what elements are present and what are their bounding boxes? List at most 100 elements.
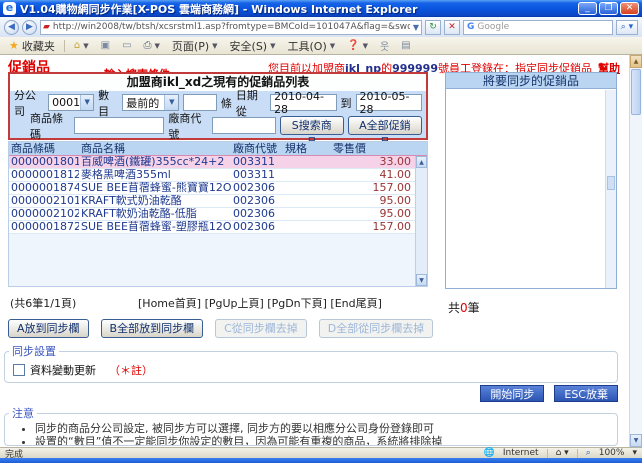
sync-list-header: 將要同步的促銷品 xyxy=(446,73,616,89)
remove-all-from-sync-button: D全部從同步欄去掉 xyxy=(319,319,433,338)
help-icon: ❓ xyxy=(347,40,359,51)
unit-label: 條 xyxy=(221,95,232,111)
page-menu[interactable]: 页面(P)▼ xyxy=(169,37,221,55)
barcode-label: 商品條碼 xyxy=(30,110,70,142)
note-mark: （＊註） xyxy=(109,362,153,378)
close-button[interactable]: ✕ xyxy=(620,2,639,15)
favorites-label: 收藏夹 xyxy=(22,38,55,54)
sync-list-panel: 將要同步的促銷品 xyxy=(445,72,617,289)
forward-button[interactable]: ▶ xyxy=(22,20,37,35)
browser-window: e V1.04購物網同步作業[X-POS 雲端商務網] - Windows In… xyxy=(0,0,642,463)
count-label: 數目 xyxy=(98,87,118,119)
add-to-sync-button[interactable]: A放到同步欄 xyxy=(8,319,89,338)
table-row[interactable]: 0000002102809KRAFT軟奶油乾酪-低脂00230695.00 xyxy=(9,208,415,221)
search-input[interactable]: Google xyxy=(477,22,509,32)
sync-list-scrollbar[interactable] xyxy=(605,90,616,288)
date-from-input[interactable]: 2010-04-28 xyxy=(270,94,336,111)
url-text[interactable]: http://win2008/tw/btsh/xcsrstml1.asp?fro… xyxy=(53,22,410,32)
home-button[interactable]: ⌂▼ xyxy=(71,39,92,52)
col-barcode: 商品條碼 xyxy=(9,142,79,155)
mail-button[interactable]: ▭ xyxy=(119,39,134,52)
cancel-button[interactable]: ESC放棄 xyxy=(554,385,618,402)
start-sync-button[interactable]: 開始同步 xyxy=(480,385,544,402)
col-price: 零售價 xyxy=(331,142,427,155)
table-scrollbar[interactable]: ▲ ▼ xyxy=(415,156,427,286)
table-row[interactable]: 0000001872531SUE BEE苜蓿蜂蜜-塑膠瓶12OZ00230615… xyxy=(9,221,415,234)
barcode-input[interactable] xyxy=(74,117,165,134)
table-row[interactable]: 0000001874034SUE BEE苜蓿蜂蜜-熊寶寶12OZ00230615… xyxy=(9,182,415,195)
page-scrollbar[interactable]: ▲ ▼ xyxy=(629,55,642,447)
command-toolbar: ★ 收藏夹 ⌂▼ ▣ ▭ ⎙▼ 页面(P)▼ 安全(S)▼ 工具(O)▼ ❓▼ … xyxy=(0,37,642,55)
zoom-level[interactable]: 100% xyxy=(599,448,625,458)
col-vendor: 廠商代號 xyxy=(231,142,283,155)
chevron-down-icon: ▼ xyxy=(164,95,178,110)
notes-legend: 注意 xyxy=(9,405,37,421)
window-title: V1.04購物網同步作業[X-POS 雲端商務網] - Windows Inte… xyxy=(20,1,578,17)
transfer-actions: A放到同步欄 B全部放到同步欄 C從同步欄去掉 D全部從同步欄去掉 xyxy=(8,319,433,338)
date-to-input[interactable]: 2010-05-28 xyxy=(356,94,422,111)
pagination-keys-hint: [Home首頁] [PgUp上頁] [PgDn下頁] [End尾頁] xyxy=(138,295,382,311)
scroll-thumb[interactable] xyxy=(631,69,641,115)
all-promos-button[interactable]: A全部促銷品 xyxy=(348,116,422,135)
vendor-input[interactable] xyxy=(212,117,276,134)
statusbar-separator xyxy=(547,449,548,458)
scroll-up-icon[interactable]: ▲ xyxy=(416,156,427,168)
search-go-button[interactable]: ⌕ ▾ xyxy=(616,20,638,35)
feeds-button[interactable]: ▣ xyxy=(98,39,113,52)
favorites-button[interactable]: ★ 收藏夹 xyxy=(6,37,58,55)
date-to-label: 到 xyxy=(341,95,352,111)
zone-label: Internet xyxy=(503,448,539,458)
messenger-button[interactable]: 웃 xyxy=(377,37,392,54)
table-row[interactable]: 0000001801624百威啤酒(鐵罐)355cc*24+200331133.… xyxy=(9,156,415,169)
branch-value: 0001 xyxy=(52,96,80,109)
search-products-button[interactable]: S搜索商品 xyxy=(280,116,344,135)
add-all-to-sync-button[interactable]: B全部放到同步欄 xyxy=(101,319,204,338)
branch-select[interactable]: 0001 ▼ xyxy=(48,94,94,111)
count-value: 最前的 xyxy=(126,95,159,111)
scroll-down-icon[interactable]: ▼ xyxy=(630,434,642,447)
url-dropdown-icon[interactable]: ▼ xyxy=(413,23,419,32)
sync-count: 共0筆 xyxy=(448,299,480,316)
back-button[interactable]: ◀ xyxy=(4,20,19,35)
globe-icon: 🌐 xyxy=(484,448,495,458)
help-menu[interactable]: ❓▼ xyxy=(344,39,371,52)
minimize-button[interactable]: _ xyxy=(578,2,597,15)
page-error-icon: ▰ xyxy=(43,22,50,32)
data-update-checkbox[interactable] xyxy=(13,364,25,376)
page-content: 促銷品 您目前以加盟商ikl_np的999999號員工登錄在：指定同步促銷品幫助… xyxy=(0,55,642,447)
stop-button[interactable]: ✕ xyxy=(444,20,460,35)
research-button[interactable]: ▤ xyxy=(398,39,413,52)
printer-icon: ⎙ xyxy=(144,40,152,51)
table-body: 0000001801624百威啤酒(鐵罐)355cc*24+200331133.… xyxy=(9,156,415,286)
date-from-label: 日期從 xyxy=(236,87,266,119)
scroll-up-icon[interactable]: ▲ xyxy=(630,55,642,68)
windows-taskbar[interactable] xyxy=(0,458,642,463)
protected-mode-icon: ⌂ ▾ xyxy=(556,448,569,458)
table-row[interactable]: 0000001812028麥格黑啤酒355ml00331141.00 xyxy=(9,169,415,182)
tools-menu[interactable]: 工具(O)▼ xyxy=(285,37,339,55)
books-icon: ▤ xyxy=(401,40,410,51)
search-box[interactable]: G Google xyxy=(463,20,613,35)
search-row-2: 商品條碼 廠商代號 S搜索商品 A全部促銷品 xyxy=(10,114,426,137)
url-box[interactable]: ▰ http://win2008/tw/btsh/xcsrstml1.asp?f… xyxy=(40,20,422,35)
vendor-label: 廠商代號 xyxy=(168,110,208,142)
print-button[interactable]: ⎙▼ xyxy=(141,39,163,52)
scroll-down-icon[interactable]: ▼ xyxy=(416,274,427,286)
sync-list-box[interactable] xyxy=(446,90,605,288)
count-select[interactable]: 最前的 ▼ xyxy=(122,94,179,111)
refresh-button[interactable]: ↻ xyxy=(425,20,441,35)
toolbar-separator xyxy=(64,40,65,52)
home-icon: ⌂ xyxy=(74,40,80,51)
scroll-thumb[interactable] xyxy=(607,176,615,190)
count-input[interactable] xyxy=(183,94,217,111)
product-list-header: 加盟商ikl_xd之現有的促銷品列表 xyxy=(10,74,426,91)
restore-button[interactable]: ❐ xyxy=(599,2,618,15)
zoom-magnifier-icon[interactable]: ⌕ xyxy=(586,448,591,458)
favorites-star-icon: ★ xyxy=(9,39,19,52)
search-panel: 加盟商ikl_xd之現有的促銷品列表 分公司 0001 ▼ 數目 最前的 ▼ 條… xyxy=(8,72,428,140)
mail-icon: ▭ xyxy=(122,40,131,51)
table-row[interactable]: 0000002101402KRAFT軟式奶油乾酪00230695.00 xyxy=(9,195,415,208)
zoom-dropdown-icon[interactable]: ▾ xyxy=(632,448,637,458)
col-spec: 規格 xyxy=(283,142,331,155)
safety-menu[interactable]: 安全(S)▼ xyxy=(227,37,279,55)
